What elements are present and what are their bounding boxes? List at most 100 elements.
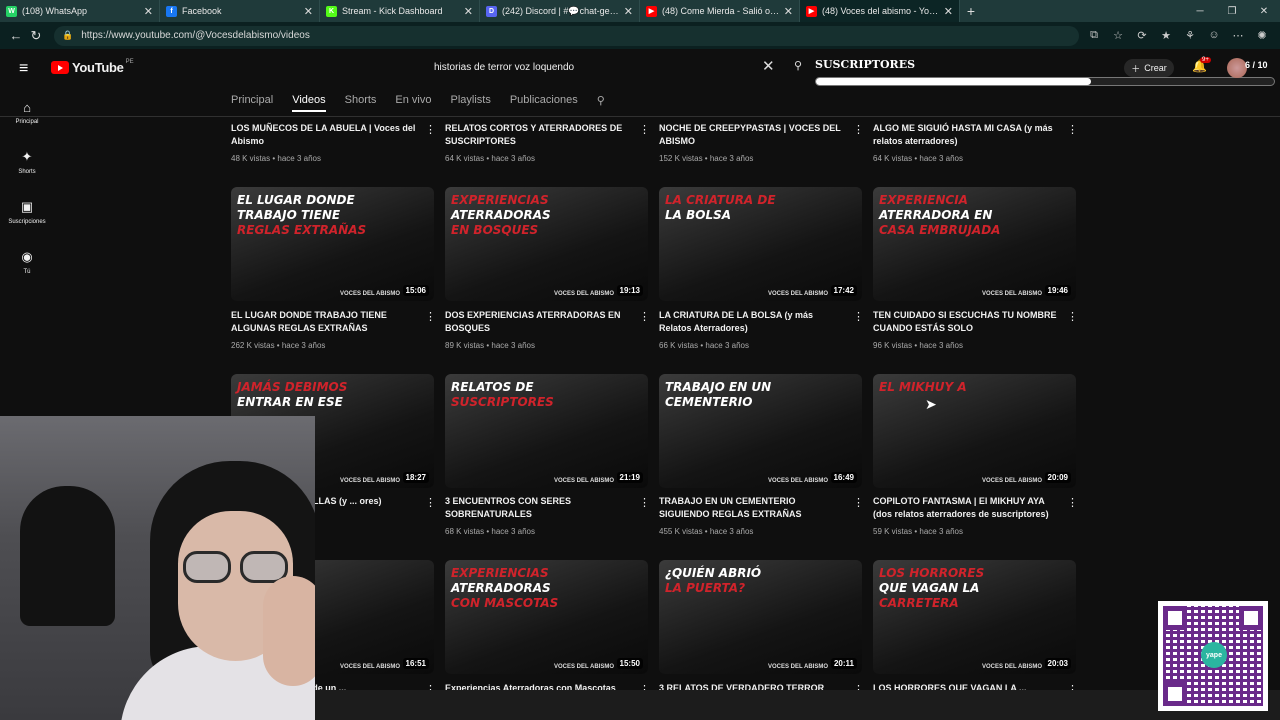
video-thumbnail[interactable]: ¿QUIÉN ABRIÓ LA PUERTA? VOCES DEL ABISMO 20… xyxy=(659,560,862,674)
qr-code: yape xyxy=(1158,601,1268,711)
profile-icon[interactable]: ☺ xyxy=(1202,29,1226,42)
more-options-icon[interactable]: ⋮ xyxy=(853,310,864,323)
video-thumbnail[interactable]: EL LUGAR DONDE TRABAJO TIENE REGLAS EXTRAÑ… xyxy=(231,187,434,301)
video-meta: 48 K vistas • hace 3 años xyxy=(231,154,321,163)
sidebar-item-home[interactable]: ⌂ Principal xyxy=(0,87,54,137)
more-options-icon[interactable]: ⋮ xyxy=(1067,123,1078,136)
maximize-icon[interactable]: ❐ xyxy=(1216,6,1248,17)
menu-icon[interactable]: ≡ xyxy=(19,60,28,78)
video-title[interactable]: NOCHE DE CREEPYPASTAS | VOCES DEL ABISMO xyxy=(659,122,844,148)
favorites-bar-icon[interactable]: ★ xyxy=(1154,29,1178,42)
youtube-icon: ▶ xyxy=(806,5,817,17)
thumbnail-text-line: EL LUGAR DONDE xyxy=(237,193,355,207)
create-label: Crear xyxy=(1144,63,1167,73)
video-thumbnail[interactable]: LA CRIATURA DE LA BOLSA VOCES DEL ABISMO 17… xyxy=(659,187,862,301)
more-options-icon[interactable]: ⋮ xyxy=(853,123,864,136)
tab-publicaciones[interactable]: Publicaciones xyxy=(510,94,578,112)
thumbnail-brand: VOCES DEL ABISMO xyxy=(339,291,400,297)
close-icon[interactable]: ✕ xyxy=(144,5,153,18)
extensions-icon[interactable]: ⚘ xyxy=(1178,29,1202,42)
more-icon[interactable]: ⋯ xyxy=(1226,29,1250,42)
video-thumbnail[interactable]: EL MIKHUY A VOCES DEL ABISMO 20:09 xyxy=(873,374,1076,488)
video-duration: 18:27 xyxy=(402,472,429,483)
close-icon[interactable]: ✕ xyxy=(944,5,953,18)
tab-shorts[interactable]: Shorts xyxy=(345,94,377,112)
video-thumbnail[interactable]: EXPERIENCIAS ATERRADORAS CON MASCOTAS VOCES… xyxy=(445,560,648,674)
copilot-icon[interactable]: ✺ xyxy=(1250,29,1274,42)
close-icon[interactable]: ✕ xyxy=(464,5,473,18)
video-thumbnail[interactable]: LOS HORRORES QUE VAGAN LA CARRETERA VOCES D… xyxy=(873,560,1076,674)
sidebar-item-you[interactable]: ◉ Tú xyxy=(0,237,54,287)
close-icon[interactable]: ✕ xyxy=(624,5,633,18)
video-thumbnail[interactable]: TRABAJO EN UN CEMENTERIO VOCES DEL ABISMO 1… xyxy=(659,374,862,488)
more-options-icon[interactable]: ⋮ xyxy=(1067,496,1078,509)
more-options-icon[interactable]: ⋮ xyxy=(1067,310,1078,323)
thumbnail-text-line: CEMENTERIO xyxy=(665,395,753,409)
close-window-icon[interactable]: ✕ xyxy=(1248,6,1280,17)
channel-search-icon[interactable]: ⚲ xyxy=(597,94,605,112)
thumbnail-text-line: ATERRADORA EN xyxy=(879,208,993,222)
tab-playlists[interactable]: Playlists xyxy=(451,94,491,112)
video-title[interactable]: ALGO ME SIGUIÓ HASTA MI CASA (y más rela… xyxy=(873,122,1058,148)
search-input[interactable]: historias de terror voz loquendo xyxy=(425,56,785,78)
reload-icon[interactable]: ↻ xyxy=(26,28,46,44)
browser-tab[interactable]: K Stream - Kick Dashboard ✕ xyxy=(320,0,480,22)
refresh-extension-icon[interactable]: ⟳ xyxy=(1130,29,1154,42)
youtube-logo[interactable]: YouTube PE xyxy=(51,59,134,75)
sidebar-item-label: Principal xyxy=(15,118,39,125)
more-options-icon[interactable]: ⋮ xyxy=(639,310,650,323)
sidebar-item-subscriptions[interactable]: ▣ Suscripciones xyxy=(0,187,54,237)
new-tab-icon[interactable]: + xyxy=(960,3,982,19)
thumbnail-text-line: QUE VAGAN LA xyxy=(879,581,980,595)
video-meta: 64 K vistas • hace 3 años xyxy=(445,154,535,163)
tab-videos[interactable]: Videos xyxy=(292,94,326,112)
video-title[interactable]: DOS EXPERIENCIAS ATERRADORAS EN BOSQUES xyxy=(445,309,630,335)
browser-tab[interactable]: ▶ (48) Come Mierda - Salió o los 12... ✕ xyxy=(640,0,800,22)
video-title[interactable]: COPILOTO FANTASMA | El MIKHUY AYA (dos r… xyxy=(873,495,1058,521)
search-icon[interactable]: ⚲ xyxy=(794,59,802,72)
back-icon[interactable]: ← xyxy=(6,28,26,43)
more-options-icon[interactable]: ⋮ xyxy=(853,496,864,509)
video-title[interactable]: TRABAJO EN UN CEMENTERIO SIGUIENDO REGLA… xyxy=(659,495,844,521)
thumbnail-title: TRABAJO EN UN CEMENTERIO xyxy=(665,380,855,410)
avatar[interactable] xyxy=(1227,58,1247,78)
minimize-icon[interactable]: ─ xyxy=(1184,6,1216,17)
video-thumbnail[interactable]: EXPERIENCIA ATERRADORA EN CASA EMBRUJADA VO… xyxy=(873,187,1076,301)
more-options-icon[interactable]: ⋮ xyxy=(639,496,650,509)
close-icon[interactable]: ✕ xyxy=(304,5,313,18)
sidebar-item-label: Shorts xyxy=(18,169,36,175)
tab-en-vivo[interactable]: En vivo xyxy=(395,94,431,112)
video-thumbnail[interactable]: RELATOS DE SUSCRIPTORES VOCES DEL ABISMO 21… xyxy=(445,374,648,488)
thumbnail-text-line: LOS HORRORES xyxy=(879,566,985,580)
tab-title: (48) Voces del abismo - YouTube xyxy=(822,6,940,16)
url-field[interactable]: 🔒 https://www.youtube.com/@Vocesdelabism… xyxy=(54,25,1079,46)
video-title[interactable]: LOS MUÑECOS DE LA ABUELA | Voces del Abi… xyxy=(231,122,416,148)
browser-tab[interactable]: f Facebook ✕ xyxy=(160,0,320,22)
tab-title: (108) WhatsApp xyxy=(22,6,88,16)
browser-tab[interactable]: D (242) Discord | #💬chat-general | ... ✕ xyxy=(480,0,640,22)
create-button[interactable]: ＋ Crear xyxy=(1124,59,1174,77)
video-meta: 89 K vistas • hace 3 años xyxy=(445,341,535,350)
video-title[interactable]: EL LUGAR DONDE TRABAJO TIENE ALGUNAS REG… xyxy=(231,309,416,335)
more-options-icon[interactable]: ⋮ xyxy=(425,123,436,136)
favorite-icon[interactable]: ☆ xyxy=(1106,29,1130,42)
video-title[interactable]: TEN CUIDADO SI ESCUCHAS TU NOMBRE CUANDO… xyxy=(873,309,1058,335)
video-thumbnail[interactable]: EXPERIENCIAS ATERRADORAS EN BOSQUES VOCES D… xyxy=(445,187,648,301)
browser-tab[interactable]: W (108) WhatsApp ✕ xyxy=(0,0,160,22)
video-title[interactable]: 3 ENCUENTROS CON SERES SOBRENATURALES xyxy=(445,495,630,521)
browser-tab[interactable]: ▶ (48) Voces del abismo - YouTube ✕ xyxy=(800,0,960,22)
sidebar-item-shorts[interactable]: ✦ Shorts xyxy=(0,137,54,187)
video-title[interactable]: LA CRIATURA DE LA BOLSA (y más Relatos A… xyxy=(659,309,844,335)
more-options-icon[interactable]: ⋮ xyxy=(425,496,436,509)
thumbnail-text-line: LA PUERTA? xyxy=(665,581,746,595)
youtube-header: ≡ YouTube PE historias de terror voz loq… xyxy=(0,49,1280,87)
more-options-icon[interactable]: ⋮ xyxy=(639,123,650,136)
more-options-icon[interactable]: ⋮ xyxy=(425,310,436,323)
facebook-icon: f xyxy=(166,5,177,17)
clear-search-icon[interactable]: ✕ xyxy=(762,57,775,75)
thumbnail-text-line: REGLAS EXTRAÑAS xyxy=(237,223,367,237)
tab-principal[interactable]: Principal xyxy=(231,94,273,112)
video-title[interactable]: RELATOS CORTOS Y ATERRADORES DE SUSCRIPT… xyxy=(445,122,630,148)
close-icon[interactable]: ✕ xyxy=(784,5,793,18)
translate-icon[interactable]: ⧉ xyxy=(1082,29,1106,42)
